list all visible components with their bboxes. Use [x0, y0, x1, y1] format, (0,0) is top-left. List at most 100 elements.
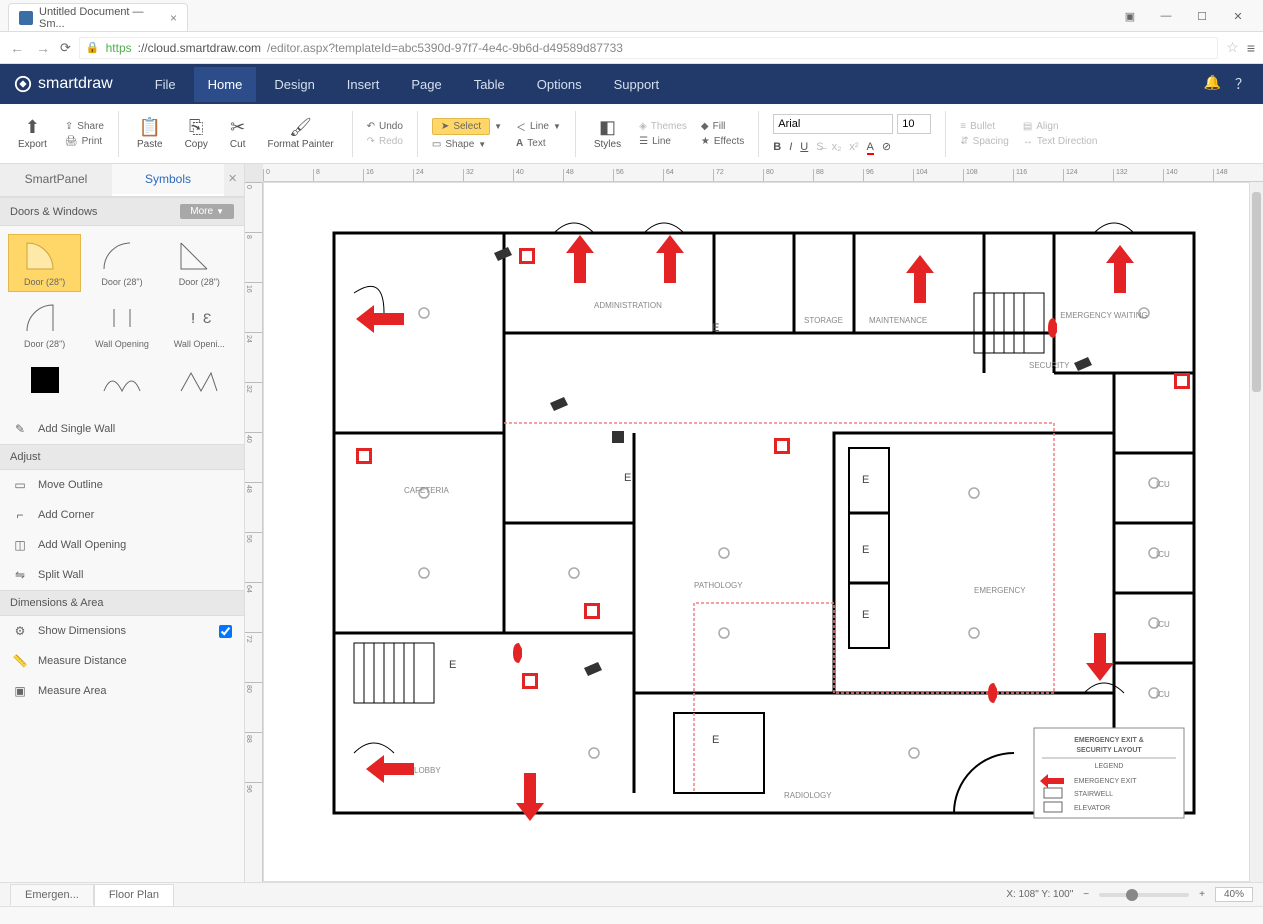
menu-design[interactable]: Design — [260, 67, 328, 102]
maximize-button[interactable]: ☐ — [1185, 5, 1219, 27]
zoom-level[interactable]: 40% — [1215, 887, 1253, 902]
document-tab-floorplan[interactable]: Floor Plan — [94, 884, 174, 906]
format-painter-button[interactable]: 🖌Format Painter — [259, 117, 341, 150]
symbol-door-1[interactable]: Door (28") — [8, 234, 81, 292]
close-tab-icon[interactable]: × — [170, 11, 177, 25]
menu-home[interactable]: Home — [194, 67, 257, 102]
spacing-button[interactable]: ⇵ Spacing — [960, 136, 1009, 147]
section-doors-windows[interactable]: Doors & Windows More▼ — [0, 197, 244, 226]
svg-text:LOBBY: LOBBY — [414, 766, 441, 775]
symbol-double-door-1[interactable] — [85, 358, 158, 406]
bold-button[interactable]: B — [773, 141, 781, 153]
share-button[interactable]: ⇪ Share — [65, 121, 104, 132]
symbol-door-3[interactable]: Door (28") — [163, 234, 236, 292]
reload-button[interactable]: ⟳ — [60, 40, 71, 56]
symbol-door-4[interactable]: Door (28") — [8, 296, 81, 354]
undo-button[interactable]: ↶ Undo — [367, 121, 403, 132]
zoom-out-button[interactable]: − — [1083, 889, 1089, 900]
user-icon[interactable]: ▣ — [1113, 5, 1147, 27]
url-input[interactable]: 🔒 https://cloud.smartdraw.com/editor.asp… — [79, 37, 1218, 59]
add-wall-opening-button[interactable]: ◫Add Wall Opening — [0, 530, 244, 560]
menu-options[interactable]: Options — [523, 67, 596, 102]
text-tool[interactable]: A Text — [516, 138, 561, 149]
browser-menu-icon[interactable]: ≡ — [1247, 40, 1255, 56]
zoom-slider[interactable] — [1099, 893, 1189, 897]
menu-page[interactable]: Page — [397, 67, 455, 102]
paste-button[interactable]: 📋Paste — [129, 117, 171, 150]
url-https: https — [106, 41, 132, 55]
strike-button[interactable]: S̶ — [816, 141, 823, 153]
symbol-wall-opening-2[interactable]: ⵑƐWall Openi... — [163, 296, 236, 354]
app-logo[interactable]: smartdraw — [14, 75, 113, 93]
copy-button[interactable]: ⎘Copy — [177, 117, 216, 150]
forward-button[interactable]: → — [34, 40, 52, 56]
select-tool[interactable]: ➤ Select▼ — [432, 118, 502, 135]
measure-distance-button[interactable]: 📏Measure Distance — [0, 646, 244, 676]
fill-button[interactable]: ◆ Fill — [701, 121, 744, 132]
add-single-wall-button[interactable]: ✎Add Single Wall — [0, 414, 244, 444]
font-color-button[interactable]: A — [867, 141, 874, 153]
svg-text:E: E — [712, 734, 719, 746]
print-button[interactable]: 🖨 Print — [65, 136, 104, 147]
minimize-button[interactable]: — — [1149, 5, 1183, 27]
menu-table[interactable]: Table — [460, 67, 519, 102]
close-panel-icon[interactable]: ✕ — [224, 164, 244, 196]
help-icon[interactable]: ？ — [1235, 74, 1249, 94]
svg-text:ICU: ICU — [1156, 550, 1170, 559]
menu-support[interactable]: Support — [600, 67, 674, 102]
italic-button[interactable]: I — [789, 141, 792, 153]
show-dimensions-toggle[interactable]: ⚙Show Dimensions — [0, 616, 244, 646]
menu-file[interactable]: File — [141, 67, 190, 102]
move-outline-button[interactable]: ▭Move Outline — [0, 470, 244, 500]
tab-symbols[interactable]: Symbols — [112, 164, 224, 196]
symbol-wall-opening[interactable]: Wall Opening — [85, 296, 158, 354]
redo-button[interactable]: ↷ Redo — [367, 136, 403, 147]
align-button[interactable]: ▤ Align — [1023, 121, 1098, 132]
show-dimensions-checkbox[interactable] — [219, 625, 232, 638]
browser-tab[interactable]: Untitled Document — Sm... × — [8, 3, 188, 31]
split-wall-button[interactable]: ⇋Split Wall — [0, 560, 244, 590]
themes-button[interactable]: ◈ Themes — [639, 121, 687, 132]
document-tab-emergency[interactable]: Emergen... — [10, 884, 94, 906]
notification-icon[interactable]: 🔔 — [1204, 74, 1221, 94]
line-tool[interactable]: ＜ Line ▼ — [516, 119, 561, 134]
ruler-icon: 📏 — [12, 654, 28, 668]
shape-tool[interactable]: ▭ Shape ▼ — [432, 139, 502, 150]
underline-button[interactable]: U — [800, 141, 808, 153]
measure-area-button[interactable]: ▣Measure Area — [0, 676, 244, 706]
vertical-ruler[interactable]: 081624324048566472808896 — [245, 182, 263, 882]
superscript-button[interactable]: x² — [849, 141, 858, 153]
add-corner-button[interactable]: ⌐Add Corner — [0, 500, 244, 530]
floor-plan: E EEE E E E ADMINISTRATION STORAGE MAINT… — [294, 193, 1214, 833]
url-path: /editor.aspx?templateId=abc5390d-97f7-4e… — [267, 41, 623, 55]
symbol-door-2[interactable]: Door (28") — [85, 234, 158, 292]
effects-button[interactable]: ★ Effects — [701, 136, 744, 147]
subscript-button[interactable]: x₂ — [832, 141, 842, 153]
cut-button[interactable]: ✂Cut — [222, 117, 254, 150]
canvas-area: 0816243240485664728088961041081161241321… — [245, 164, 1263, 882]
text-direction-button[interactable]: ↔ Text Direction — [1023, 136, 1098, 147]
symbol-double-door-2[interactable] — [163, 358, 236, 406]
symbol-solid[interactable] — [8, 358, 81, 406]
back-button[interactable]: ← — [8, 40, 26, 56]
tab-smartpanel[interactable]: SmartPanel — [0, 164, 112, 196]
section-adjust[interactable]: Adjust — [0, 444, 244, 470]
export-button[interactable]: ⬆Export — [10, 117, 55, 150]
browser-tab-strip: Untitled Document — Sm... × ▣ — ☐ ✕ — [0, 0, 1263, 32]
svg-text:STAIRWELL: STAIRWELL — [1074, 791, 1113, 798]
line-style-button[interactable]: ☰ Line — [639, 136, 687, 147]
section-dimensions[interactable]: Dimensions & Area — [0, 590, 244, 616]
styles-button[interactable]: ◧Styles — [586, 117, 629, 150]
menu-insert[interactable]: Insert — [333, 67, 394, 102]
close-window-button[interactable]: ✕ — [1221, 5, 1255, 27]
bullet-button[interactable]: ≡ Bullet — [960, 121, 1009, 132]
more-symbols-button[interactable]: More▼ — [180, 204, 234, 219]
vertical-scrollbar[interactable] — [1249, 182, 1263, 882]
font-size-input[interactable] — [897, 114, 931, 134]
zoom-in-button[interactable]: + — [1199, 889, 1205, 900]
horizontal-ruler[interactable]: 0816243240485664728088961041081161241321… — [263, 164, 1263, 182]
drawing-canvas[interactable]: E EEE E E E ADMINISTRATION STORAGE MAINT… — [263, 182, 1263, 882]
font-name-input[interactable] — [773, 114, 893, 134]
clear-format-button[interactable]: ⊘ — [882, 140, 891, 153]
bookmark-icon[interactable]: ☆ — [1226, 39, 1239, 56]
